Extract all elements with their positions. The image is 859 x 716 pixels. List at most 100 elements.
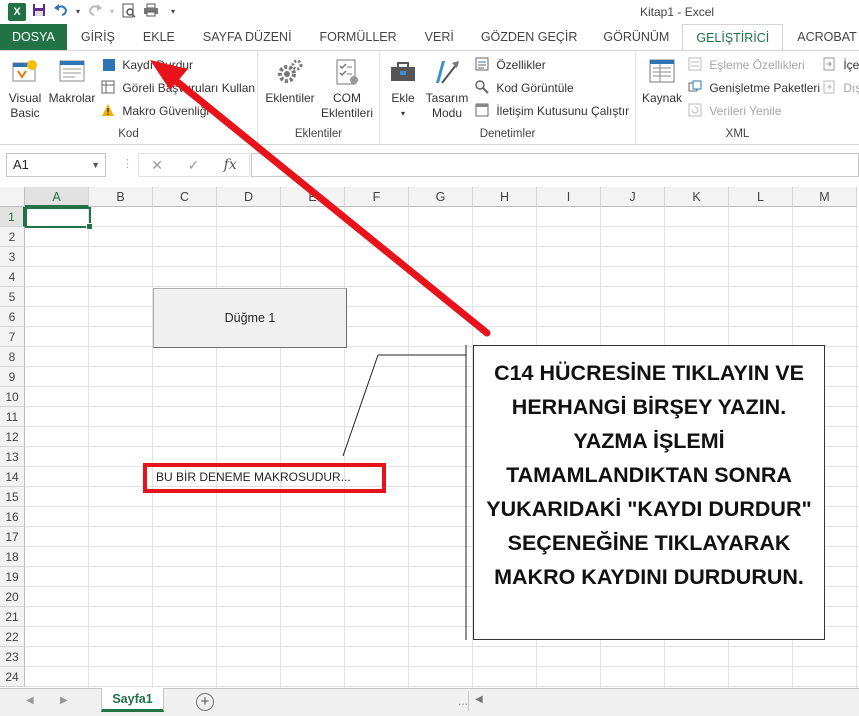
row-header-10[interactable]: 10 (0, 387, 25, 407)
redo-icon[interactable] (86, 3, 104, 21)
formula-input[interactable] (251, 153, 859, 177)
row-header-2[interactable]: 2 (0, 227, 25, 247)
enter-icon[interactable]: ✓ (187, 157, 199, 174)
print-preview-icon[interactable] (120, 3, 138, 21)
group-denetimler: Ekle ▾ Tasarım Modu Özellikler Kod Görün… (380, 51, 636, 144)
iletisim-kutusu-button[interactable]: İletişim Kutusunu Çalıştır (475, 101, 629, 121)
row-header-11[interactable]: 11 (0, 407, 25, 427)
row-header-23[interactable]: 23 (0, 647, 25, 667)
row-header-20[interactable]: 20 (0, 587, 25, 607)
dialog-icon (475, 103, 489, 117)
column-header-h[interactable]: H (473, 187, 537, 207)
group-eklentiler-label: Eklentiler (294, 128, 343, 140)
row-header-14[interactable]: 14 (0, 467, 25, 487)
selected-cell-a1[interactable] (25, 207, 93, 230)
tab-formuller[interactable]: FORMÜLLER (306, 24, 411, 50)
row-header-3[interactable]: 3 (0, 247, 25, 267)
insert-function-icon[interactable]: fx (224, 157, 237, 173)
sheet-tab-sayfa1[interactable]: Sayfa1 (101, 688, 164, 712)
column-header-j[interactable]: J (601, 187, 665, 207)
goreli-basvurular-button[interactable]: Göreli Başvuruları Kullan (101, 78, 255, 98)
select-all-corner[interactable] (0, 187, 25, 207)
column-header-d[interactable]: D (217, 187, 281, 207)
warning-icon (101, 103, 115, 117)
column-header-l[interactable]: L (729, 187, 793, 207)
kaydi-durdur-button[interactable]: Kaydı Durdur (103, 55, 193, 75)
row-header-21[interactable]: 21 (0, 607, 25, 627)
row-header-1[interactable]: 1 (0, 207, 25, 227)
next-sheet-icon[interactable]: ▶ (60, 695, 68, 706)
name-box[interactable]: A1 ▼ (6, 153, 106, 177)
tasarim-modu-button[interactable]: Tasarım Modu (422, 57, 472, 121)
visual-basic-button[interactable]: Visual Basic (4, 57, 46, 121)
disa-aktar-button[interactable]: Dışa (822, 78, 859, 98)
column-header-g[interactable]: G (409, 187, 473, 207)
verileri-yenile-button[interactable]: Verileri Yenile (688, 101, 781, 121)
column-header-c[interactable]: C (153, 187, 217, 207)
column-header-b[interactable]: B (89, 187, 153, 207)
tab-gelistirici[interactable]: GELİŞTİRİCİ (682, 24, 784, 50)
ekle-dropdown-icon: ▾ (400, 109, 405, 118)
tab-ekle[interactable]: EKLE (129, 24, 189, 50)
tab-scroll-ellipsis[interactable]: ... (458, 694, 468, 708)
eklentiler-button[interactable]: Eklentiler (263, 57, 317, 106)
row-header-7[interactable]: 7 (0, 327, 25, 347)
excel-window: X ▾ ▾ ▾ Kitap1 - Excel DOSYA GİRİŞ EKLE … (0, 0, 859, 716)
row-header-22[interactable]: 22 (0, 627, 25, 647)
save-icon[interactable] (30, 3, 48, 21)
scroll-left-icon[interactable]: ◀ (475, 694, 483, 705)
redo-dropdown-icon[interactable]: ▾ (108, 3, 116, 21)
ice-aktar-button[interactable]: İçe (822, 55, 859, 75)
row-header-18[interactable]: 18 (0, 547, 25, 567)
makro-guvenligi-button[interactable]: Makro Güvenliği (101, 101, 209, 121)
map-properties-icon (688, 57, 702, 71)
row-header-6[interactable]: 6 (0, 307, 25, 327)
tab-sayfa-duzeni[interactable]: SAYFA DÜZENİ (189, 24, 306, 50)
column-header-k[interactable]: K (665, 187, 729, 207)
ozellikler-button[interactable]: Özellikler (475, 55, 546, 75)
add-sheet-icon[interactable]: + (196, 693, 214, 711)
kaynak-button[interactable]: Kaynak (640, 57, 684, 106)
form-button-dugme-1[interactable]: Düğme 1 (153, 288, 347, 348)
column-header-a[interactable]: A (25, 187, 89, 207)
tab-dosya[interactable]: DOSYA (0, 24, 67, 50)
column-header-m[interactable]: M (793, 187, 857, 207)
ekle-control-button[interactable]: Ekle ▾ (385, 57, 421, 121)
tab-veri[interactable]: VERİ (411, 24, 468, 50)
column-header-e[interactable]: E (281, 187, 345, 207)
cancel-icon[interactable]: ✕ (151, 157, 163, 174)
row-header-9[interactable]: 9 (0, 367, 25, 387)
com-eklentileri-button[interactable]: COM Eklentileri (318, 57, 376, 121)
row-header-13[interactable]: 13 (0, 447, 25, 467)
customize-icon[interactable]: ▾ (164, 3, 182, 21)
makrolar-button[interactable]: Makrolar (46, 57, 98, 106)
row-header-12[interactable]: 12 (0, 427, 25, 447)
row-header-19[interactable]: 19 (0, 567, 25, 587)
row-header-17[interactable]: 17 (0, 527, 25, 547)
quick-print-icon[interactable] (142, 3, 160, 21)
genisletme-paketleri-button[interactable]: Genişletme Paketleri (688, 78, 820, 98)
kod-goruntule-button[interactable]: Kod Görüntüle (475, 78, 574, 98)
column-header-i[interactable]: I (537, 187, 601, 207)
row-header-15[interactable]: 15 (0, 487, 25, 507)
group-kod: Visual Basic Makrolar Kaydı Durdur Görel… (0, 51, 258, 144)
quick-access-toolbar: X ▾ ▾ ▾ (8, 3, 182, 21)
undo-icon[interactable] (52, 3, 70, 21)
tab-gorunum[interactable]: GÖRÜNÜM (590, 24, 682, 50)
esleme-ozellikleri-button[interactable]: Eşleme Özellikleri (688, 55, 805, 75)
tab-gozden-gecir[interactable]: GÖZDEN GEÇİR (468, 24, 591, 50)
row-header-16[interactable]: 16 (0, 507, 25, 527)
column-header-f[interactable]: F (345, 187, 409, 207)
row-header-4[interactable]: 4 (0, 267, 25, 287)
name-box-dropdown-icon[interactable]: ▼ (91, 154, 100, 176)
row-header-8[interactable]: 8 (0, 347, 25, 367)
horizontal-scrollbar[interactable]: ◀ (468, 691, 848, 711)
tab-acrobat[interactable]: ACROBAT (783, 24, 859, 50)
undo-dropdown-icon[interactable]: ▾ (74, 3, 82, 21)
prev-sheet-icon[interactable]: ◀ (26, 695, 34, 706)
tab-giris[interactable]: GİRİŞ (67, 24, 129, 50)
refresh-icon (688, 103, 702, 117)
row-header-5[interactable]: 5 (0, 287, 25, 307)
export-icon (822, 80, 836, 94)
row-header-24[interactable]: 24 (0, 667, 25, 687)
